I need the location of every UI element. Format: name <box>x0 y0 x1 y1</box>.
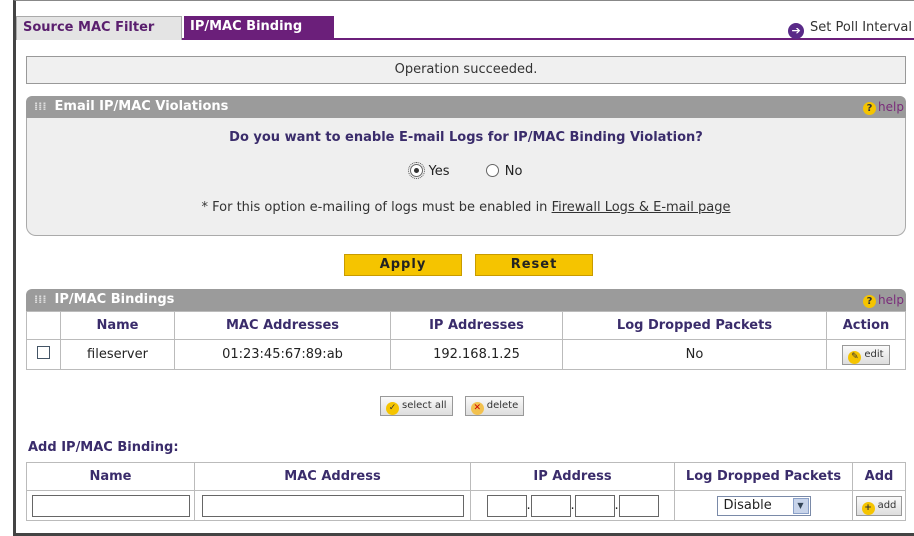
select-value: Disable <box>723 497 772 513</box>
email-section-title: Email IP/MAC Violations <box>54 99 229 114</box>
column-header: IP Addresses <box>390 311 563 340</box>
column-header: Name <box>60 311 175 340</box>
radio-no[interactable]: No <box>485 164 523 179</box>
bindings-section-header: ⁞⁞⁞ IP/MAC Bindings ? help <box>26 289 906 311</box>
delete-label: delete <box>486 400 519 411</box>
firewall-logs-link[interactable]: Firewall Logs & E-mail page <box>552 200 731 215</box>
email-note: * For this option e-mailing of logs must… <box>27 200 905 215</box>
bindings-help-link[interactable]: ? help <box>863 289 904 311</box>
help-label: help <box>878 293 904 307</box>
check-icon: ✓ <box>386 402 399 415</box>
tab-bar: Source MAC Filter IP/MAC Binding ➔ Set Po… <box>16 16 914 40</box>
name-input-cell <box>26 490 195 521</box>
pencil-icon: ✎ <box>848 350 862 364</box>
add-cell: + add <box>852 490 906 521</box>
name-input[interactable] <box>31 494 190 517</box>
column-header: IP Address <box>470 462 675 491</box>
cell-log: No <box>562 339 827 370</box>
column-header: Action <box>826 311 906 340</box>
radio-dot-icon <box>485 164 499 177</box>
select-column-header <box>26 311 61 340</box>
email-help-link[interactable]: ? help <box>863 96 904 118</box>
delete-button[interactable]: ✕ delete <box>464 396 525 416</box>
note-text: * For this option e-mailing of logs must… <box>201 200 552 215</box>
radio-no-label: No <box>504 164 523 179</box>
radio-dot-icon <box>407 162 425 179</box>
column-header: Log Dropped Packets <box>674 462 853 491</box>
column-header: Log Dropped Packets <box>562 311 827 340</box>
add-binding-table: Name MAC Address IP Address Log Dropped … <box>26 462 906 521</box>
log-dropped-packets-select[interactable]: Disable ▼ <box>716 495 811 516</box>
row-checkbox[interactable] <box>37 346 50 359</box>
mac-input-cell <box>194 490 471 521</box>
apply-button[interactable]: Apply <box>344 254 462 276</box>
help-icon: ? <box>863 102 877 115</box>
ip-octet-1-input[interactable] <box>486 494 527 517</box>
help-label: help <box>878 100 904 114</box>
table-actions: ✓ select all ✕ delete <box>380 396 525 416</box>
arrow-right-icon: ➔ <box>788 23 805 39</box>
select-all-button[interactable]: ✓ select all <box>380 396 453 416</box>
mac-input[interactable] <box>201 494 464 517</box>
add-label: add <box>877 499 897 511</box>
tab-ip-mac-binding[interactable]: IP/MAC Binding <box>184 16 334 40</box>
help-icon: ? <box>863 295 877 308</box>
ip-octet-4-input[interactable] <box>618 494 659 517</box>
table-row: fileserver 01:23:45:67:89:ab 192.168.1.2… <box>26 339 906 370</box>
cell-name: fileserver <box>60 339 175 370</box>
poll-label: Set Poll Interval <box>810 20 912 35</box>
column-header: MAC Addresses <box>174 311 391 340</box>
cell-action: ✎ edit <box>826 339 906 370</box>
add-binding-title: Add IP/MAC Binding: <box>28 440 179 455</box>
email-section-body: Do you want to enable E-mail Logs for IP… <box>26 118 906 236</box>
edit-button[interactable]: ✎ edit <box>842 344 890 365</box>
grip-icon: ⁞⁞⁞ <box>34 100 47 113</box>
column-header: Add <box>852 462 906 491</box>
add-header-row: Name MAC Address IP Address Log Dropped … <box>26 462 906 491</box>
radio-yes-label: Yes <box>428 164 450 179</box>
tab-source-mac-filter[interactable]: Source MAC Filter <box>16 16 182 40</box>
status-message: Operation succeeded. <box>26 56 906 84</box>
add-button[interactable]: + add <box>855 495 903 516</box>
bindings-table: Name MAC Addresses IP Addresses Log Drop… <box>26 311 906 370</box>
delete-icon: ✕ <box>470 402 484 415</box>
email-question: Do you want to enable E-mail Logs for IP… <box>229 130 703 145</box>
ip-octet-3-input[interactable] <box>574 494 615 517</box>
grip-icon: ⁞⁞⁞ <box>34 293 47 306</box>
email-radio-group: Yes No <box>27 162 905 179</box>
email-section-header: ⁞⁞⁞ Email IP/MAC Violations ? help <box>26 96 906 118</box>
bindings-section-title: IP/MAC Bindings <box>54 292 175 307</box>
column-header: MAC Address <box>194 462 471 491</box>
reset-button[interactable]: Reset <box>475 254 593 276</box>
cell-mac: 01:23:45:67:89:ab <box>174 339 391 370</box>
edit-label: edit <box>864 348 884 360</box>
ip-octet-2-input[interactable] <box>530 494 571 517</box>
cell-ip: 192.168.1.25 <box>390 339 563 370</box>
chevron-down-icon: ▼ <box>792 497 809 514</box>
set-poll-interval-link[interactable]: ➔ Set Poll Interval <box>788 18 912 39</box>
plus-icon: + <box>861 501 875 515</box>
log-select-cell: Disable ▼ <box>674 490 853 521</box>
column-header: Name <box>26 462 195 491</box>
ip-input-cell: ... <box>470 490 675 521</box>
bindings-header-row: Name MAC Addresses IP Addresses Log Drop… <box>26 311 906 340</box>
select-all-label: select all <box>402 400 447 411</box>
row-select-cell <box>26 339 61 370</box>
radio-yes[interactable]: Yes <box>407 162 450 179</box>
add-input-row: ... Disable ▼ + add <box>26 490 906 521</box>
